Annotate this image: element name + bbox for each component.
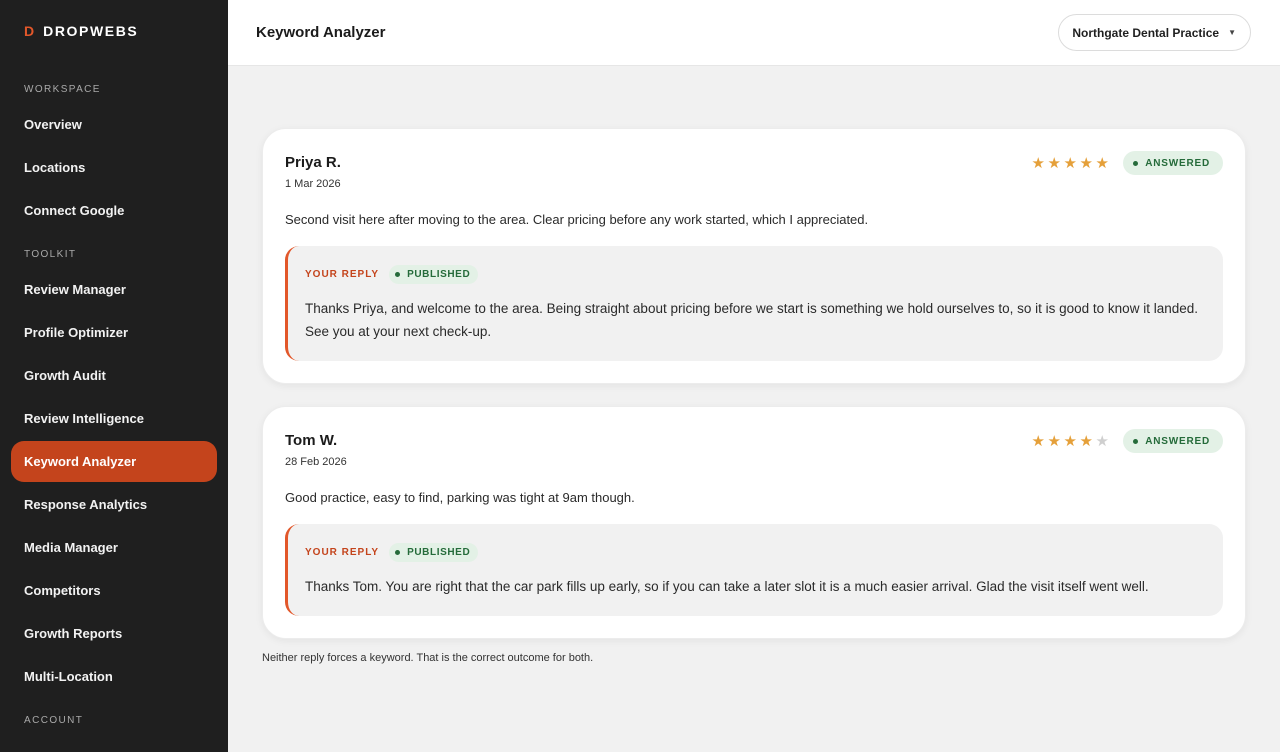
star-icon: ★ [1079,154,1093,172]
brand-name: DROPWEBS [43,23,139,39]
review-list: Priya R. 1 Mar 2026 ★ ★ ★ ★ ★ ANSWERED S… [228,66,1280,664]
footnote: Neither reply forces a keyword. That is … [262,652,594,664]
status-badge-label: ANSWERED [1145,435,1210,447]
page-title: Keyword Analyzer [256,24,386,41]
star-icon: ★ [1031,432,1045,450]
reply-label: YOUR REPLY [305,547,380,558]
star-empty-icon: ★ [1095,432,1109,450]
reply-box: YOUR REPLY PUBLISHED Thanks Tom. You are… [285,524,1223,616]
sidebar-item-profile-optimizer[interactable]: Profile Optimizer [11,312,217,353]
reply-text: Thanks Tom. You are right that the car p… [305,579,1149,594]
star-icon: ★ [1047,432,1061,450]
star-icon: ★ [1031,154,1045,172]
app: D DROPWEBS WORKSPACE Overview Locations … [0,0,1280,752]
brand-logo[interactable]: D DROPWEBS [0,0,228,62]
section-label-workspace: WORKSPACE [24,84,101,95]
status-dot-icon [395,550,401,555]
section-label-account: ACCOUNT [24,715,84,726]
reply-box: YOUR REPLY PUBLISHED Thanks Priya, and w… [285,246,1223,361]
reply-label: YOUR REPLY [305,269,380,280]
status-dot-icon [1133,160,1139,166]
published-badge: PUBLISHED [389,543,479,562]
sidebar-item-review-intelligence[interactable]: Review Intelligence [11,398,217,439]
status-badge: ANSWERED [1123,429,1223,453]
review-card: Tom W. 28 Feb 2026 ★ ★ ★ ★ ★ ANSWERED Go… [262,406,1246,639]
sidebar-item-locations[interactable]: Locations [11,147,217,188]
status-badge-label: ANSWERED [1145,157,1210,169]
sidebar-item-growth-audit[interactable]: Growth Audit [11,355,217,396]
sidebar-item-multi-location[interactable]: Multi-Location [11,656,217,697]
sidebar-item-competitors[interactable]: Competitors [11,570,217,611]
sidebar-item-connect-google[interactable]: Connect Google [11,190,217,231]
status-dot-icon [395,272,401,277]
sidebar: D DROPWEBS WORKSPACE Overview Locations … [0,0,228,752]
review-text: Second visit here after moving to the ar… [285,212,869,227]
published-badge-label: PUBLISHED [407,547,471,558]
status-badge: ANSWERED [1123,151,1223,175]
review-author: Tom W. [285,432,338,449]
published-badge: PUBLISHED [389,265,479,284]
review-date: 1 Mar 2026 [285,178,341,190]
sidebar-item-media-manager[interactable]: Media Manager [11,527,217,568]
star-rating: ★ ★ ★ ★ ★ [1030,156,1110,171]
sidebar-item-keyword-analyzer[interactable]: Keyword Analyzer [11,441,217,482]
review-author: Priya R. [285,154,341,171]
review-card: Priya R. 1 Mar 2026 ★ ★ ★ ★ ★ ANSWERED S… [262,128,1246,384]
reply-text: Thanks Priya, and welcome to the area. B… [305,301,1198,339]
status-dot-icon [1133,438,1139,444]
star-icon: ★ [1079,432,1093,450]
brand-mark-icon: D [24,23,35,39]
section-label-toolkit: TOOLKIT [24,249,77,260]
location-select-value: Northgate Dental Practice [1072,25,1220,40]
star-icon: ★ [1063,432,1077,450]
main-panel: Keyword Analyzer Northgate Dental Practi… [228,0,1280,752]
caret-down-icon: ▼ [1228,28,1236,37]
star-rating: ★ ★ ★ ★ ★ [1030,434,1110,449]
star-icon: ★ [1047,154,1061,172]
star-icon: ★ [1063,154,1077,172]
sidebar-item-review-manager[interactable]: Review Manager [11,269,217,310]
top-bar: Keyword Analyzer Northgate Dental Practi… [228,0,1280,66]
published-badge-label: PUBLISHED [407,269,471,280]
location-select[interactable]: Northgate Dental Practice ▼ [1058,14,1251,51]
sidebar-item-overview[interactable]: Overview [11,104,217,145]
review-date: 28 Feb 2026 [285,456,347,468]
sidebar-item-response-analytics[interactable]: Response Analytics [11,484,217,525]
star-icon: ★ [1095,154,1109,172]
review-text: Good practice, easy to find, parking was… [285,490,635,505]
sidebar-item-growth-reports[interactable]: Growth Reports [11,613,217,654]
